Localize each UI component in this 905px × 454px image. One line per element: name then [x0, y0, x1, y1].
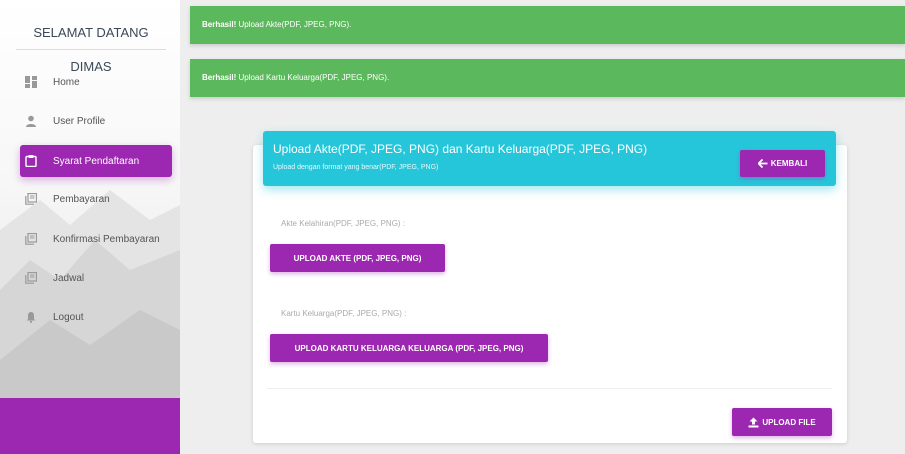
akte-label: Akte Kelahiran(PDF, JPEG, PNG) : [281, 219, 406, 228]
upload-kartu-keluarga-button-label: UPLOAD KARTU KELUARGA KELUARGA (PDF, JPE… [294, 343, 524, 353]
card-title: Upload Akte(PDF, JPEG, PNG) dan Kartu Ke… [273, 142, 648, 156]
dashboard-icon [25, 76, 37, 88]
bell-icon [25, 311, 37, 323]
back-button-label: KEMBALI [770, 159, 808, 168]
sidebar-item-label: Home [53, 76, 80, 88]
sidebar-item-label: Logout [53, 311, 84, 323]
upload-akte-button-label: UPLOAD AKTE (PDF, JPEG, PNG) [293, 253, 422, 263]
sidebar-item-logout[interactable]: Logout [20, 301, 172, 333]
sidebar-title: SELAMAT DATANG DIMAS [16, 16, 166, 74]
alert-text: Upload Kartu Keluarga(PDF, JPEG, PNG). [236, 73, 390, 82]
person-icon [25, 115, 37, 127]
upload-akte-button[interactable]: UPLOAD AKTE (PDF, JPEG, PNG) [270, 244, 445, 272]
upload-file-button[interactable]: UPLOAD FILE [732, 408, 832, 436]
sidebar-item-pembayaran[interactable]: Pembayaran [20, 183, 172, 215]
sidebar-item-syarat-pendaftaran[interactable]: Syarat Pendaftaran [20, 145, 172, 177]
clipboard-icon [25, 155, 37, 168]
sidebar-item-konfirmasi-pembayaran[interactable]: Konfirmasi Pembayaran [20, 223, 172, 255]
back-button[interactable]: KEMBALI [740, 150, 825, 177]
success-alert-kartu-keluarga: Berhasil! Upload Kartu Keluarga(PDF, JPE… [190, 59, 905, 97]
card-divider [267, 388, 832, 389]
kartu-keluarga-label: Kartu Keluarga(PDF, JPEG, PNG) : [281, 309, 407, 318]
alert-text: Upload Akte(PDF, JPEG, PNG). [236, 20, 352, 29]
library-books-icon [25, 192, 38, 205]
upload-kartu-keluarga-button[interactable]: UPLOAD KARTU KELUARGA KELUARGA (PDF, JPE… [270, 334, 548, 362]
sidebar-item-label: Konfirmasi Pembayaran [53, 233, 160, 245]
sidebar-item-label: Jadwal [53, 272, 85, 284]
sidebar-item-label: Syarat Pendaftaran [53, 155, 140, 167]
sidebar: SELAMAT DATANG DIMAS Home User Profile S… [0, 0, 180, 454]
alert-strong: Berhasil! [202, 73, 237, 82]
success-alert-akte: Berhasil! Upload Akte(PDF, JPEG, PNG). [190, 6, 905, 44]
arrow-left-icon [757, 159, 768, 168]
upload-card [253, 145, 847, 443]
library-books-icon [25, 271, 38, 284]
alert-strong: Berhasil! [202, 20, 237, 29]
library-books-icon [25, 232, 38, 245]
sidebar-item-user-profile[interactable]: User Profile [20, 105, 172, 137]
sidebar-item-label: User Profile [53, 115, 106, 127]
sidebar-footer [0, 398, 180, 454]
upload-file-button-label: UPLOAD FILE [762, 417, 816, 427]
card-subtitle: Upload dengan format yang benar(PDF, JPE… [273, 164, 439, 171]
upload-icon [748, 417, 759, 427]
sidebar-item-jadwal[interactable]: Jadwal [20, 262, 172, 294]
sidebar-item-label: Pembayaran [53, 193, 110, 205]
sidebar-item-home[interactable]: Home [20, 66, 172, 98]
